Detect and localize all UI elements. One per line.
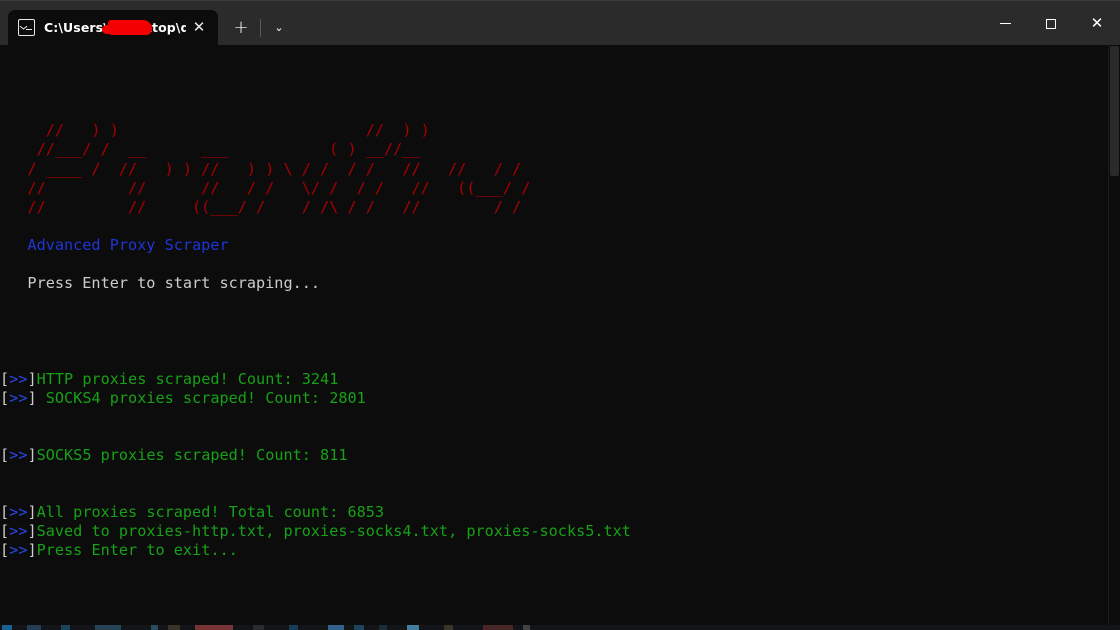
taskbar-sliver[interactable] — [0, 625, 1120, 630]
chevron-down-icon[interactable]: ⌄ — [263, 10, 295, 45]
terminal-window: C:\Users\ \Desktop\devel ✕ + ⌄ ✕ — [0, 0, 1120, 630]
taskbar-icon[interactable] — [151, 625, 158, 630]
taskbar-icon[interactable] — [289, 625, 298, 630]
terminal-buffer: // ) ) // ) ) //___/ / __ ___ ( ) __//__… — [0, 45, 1120, 561]
tab-title: C:\Users\ \Desktop\devel — [44, 20, 186, 35]
tab-title-text: C:\Users\ \Desktop\devel — [44, 20, 186, 35]
taskbar-icon[interactable] — [95, 625, 121, 630]
taskbar-icon[interactable] — [379, 625, 387, 630]
terminal-tab[interactable]: C:\Users\ \Desktop\devel ✕ — [8, 10, 218, 45]
taskbar-icon[interactable] — [523, 625, 530, 630]
new-tab-button[interactable]: + — [224, 10, 258, 45]
tab-strip: C:\Users\ \Desktop\devel ✕ + ⌄ — [0, 0, 295, 45]
taskbar-icon[interactable] — [354, 625, 364, 630]
scrollbar-track[interactable] — [1108, 45, 1120, 630]
taskbar-icon[interactable] — [168, 625, 180, 630]
close-icon: ✕ — [1091, 16, 1104, 31]
taskbar-icon[interactable] — [407, 625, 419, 630]
title-bar: C:\Users\ \Desktop\devel ✕ + ⌄ ✕ — [0, 0, 1120, 45]
taskbar-icon[interactable] — [27, 625, 41, 630]
tab-close-button[interactable]: ✕ — [186, 15, 212, 41]
minimize-button[interactable] — [982, 1, 1028, 46]
window-controls: ✕ — [982, 1, 1120, 46]
taskbar-icon[interactable] — [2, 625, 12, 630]
taskbar-icon[interactable] — [195, 625, 233, 630]
taskbar-icon[interactable] — [483, 625, 513, 630]
tab-divider — [260, 19, 261, 37]
maximize-icon — [1046, 19, 1056, 29]
taskbar-icon[interactable] — [61, 625, 70, 630]
maximize-button[interactable] — [1028, 1, 1074, 46]
close-button[interactable]: ✕ — [1074, 1, 1120, 46]
minimize-icon — [1000, 23, 1011, 24]
scrollbar-thumb[interactable] — [1110, 46, 1119, 176]
terminal-icon — [18, 19, 35, 36]
taskbar-icon[interactable] — [328, 625, 344, 630]
taskbar-icon[interactable] — [444, 625, 453, 630]
taskbar-icon[interactable] — [253, 625, 264, 630]
terminal-canvas[interactable]: // ) ) // ) ) //___/ / __ ___ ( ) __//__… — [0, 45, 1120, 630]
terminal-output: // ) ) // ) ) //___/ / __ ___ ( ) __//__… — [0, 45, 1120, 561]
